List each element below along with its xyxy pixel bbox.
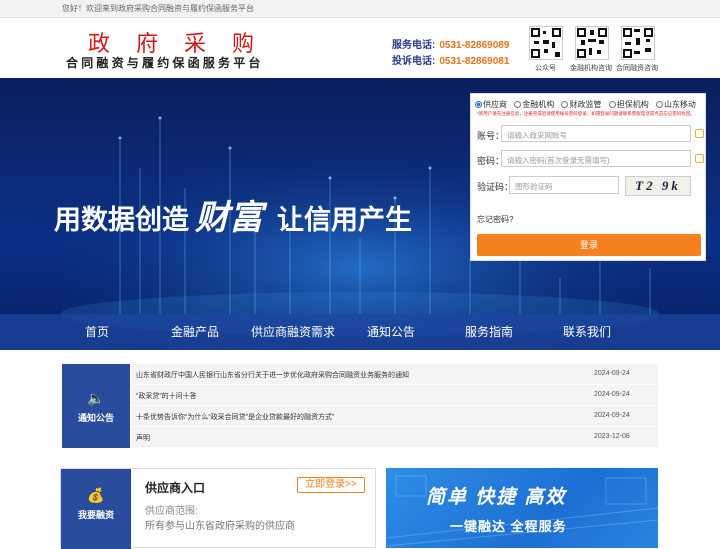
- complaint-phone-row: 投诉电话: 0531-82869081: [392, 52, 509, 67]
- service-phone-label: 服务电话:: [392, 40, 436, 51]
- radio-icon: [561, 101, 569, 108]
- notice-title: 十条优势告诉你“为什么“政采合同贷”是企业贷款最好的融资方式”: [136, 414, 335, 421]
- login-button[interactable]: 登录: [477, 234, 701, 256]
- hand-coin-icon: 💰: [87, 487, 105, 503]
- notice-title: 山东省财政厅中国人民银行山东省分行关于进一步优化政府采购合同融资业务服务的通知: [136, 372, 409, 379]
- role-selector: 供应商 金融机构 财政监管 担保机构 山东移动: [475, 99, 701, 110]
- main-nav: 首页 金融产品 供应商融资需求 通知公告 服务指南 联系我们: [0, 314, 720, 350]
- supplier-entry-title: 供应商入口: [145, 481, 206, 495]
- slogan-part-c: 让信用产生: [277, 205, 412, 235]
- slogan-part-a: 用数据创造: [54, 205, 189, 235]
- role-option-mobile[interactable]: 山东移动: [655, 100, 696, 109]
- notice-item[interactable]: 山东省财政厅中国人民银行山东省分行关于进一步优化政府采购合同融资业务服务的通知 …: [132, 364, 658, 385]
- qr-code-finance: [575, 26, 609, 60]
- role-option-supplier[interactable]: 供应商: [475, 100, 507, 109]
- qr-code-contract: [621, 26, 655, 60]
- role-option-finance[interactable]: 金融机构: [514, 100, 554, 109]
- site-subtitle: 合同融资与履约保函服务平台: [66, 56, 264, 70]
- captcha-label: 验证码：: [477, 182, 514, 192]
- notice-item[interactable]: 声明 2023-12-08: [132, 427, 658, 448]
- account-input[interactable]: 请输入政采网账号: [501, 125, 704, 142]
- site-header: 政府采购 合同融资与履约保函服务平台 服务电话: 0531-82869089 投诉…: [0, 18, 720, 78]
- supplier-login-button[interactable]: 立即登录>>: [297, 477, 365, 493]
- nav-service-guide[interactable]: 服务指南: [440, 314, 538, 350]
- service-phone-number: 0531-82869089: [439, 40, 510, 51]
- nav-contact[interactable]: 联系我们: [538, 314, 636, 350]
- supplier-scope-desc: 所有参与山东省政府采购的供应商: [145, 521, 295, 532]
- notices-heading: 通知公告: [77, 413, 114, 423]
- notice-item[interactable]: “政采贷”的十问十答 2024-09-24: [132, 385, 658, 406]
- complaint-phone-number: 0531-82869081: [439, 56, 510, 67]
- supplier-financing-card: 💰 我要融资 供应商入口 立即登录>> 供应商范围: 所有参与山东省政府采购的供…: [60, 468, 376, 549]
- notice-title: “政采贷”的十问十答: [136, 393, 197, 400]
- nav-notices[interactable]: 通知公告: [342, 314, 440, 350]
- financing-heading: 我要融资: [77, 510, 114, 520]
- forgot-password-link[interactable]: 忘记密码?: [477, 214, 513, 225]
- notice-date: 2024-09-24: [594, 370, 630, 377]
- captcha-input[interactable]: 图形验证码: [509, 176, 619, 194]
- notice-date: 2024-09-24: [594, 391, 630, 398]
- radio-icon: [475, 101, 482, 108]
- qr-caption-finance: 金融机构咨询: [570, 65, 612, 72]
- qr-caption-wechat: 公众号: [535, 65, 556, 72]
- account-label: 账号：: [477, 131, 505, 141]
- nav-home[interactable]: 首页: [48, 314, 146, 350]
- promo-line-2: 一键融达 全程服务: [450, 519, 567, 534]
- radio-icon: [655, 101, 663, 108]
- notice-list: 山东省财政厅中国人民银行山东省分行关于进一步优化政府采购合同融资业务服务的通知 …: [132, 364, 658, 448]
- promo-line-1: 简单 快捷 高效: [426, 487, 567, 508]
- complaint-phone-label: 投诉电话:: [392, 56, 436, 67]
- service-phone-row: 服务电话: 0531-82869089: [392, 36, 509, 51]
- role-option-guarantor[interactable]: 担保机构: [608, 100, 649, 109]
- password-label: 密码：: [477, 156, 505, 166]
- promo-banner[interactable]: 简单 快捷 高效 一键融达 全程服务: [386, 468, 658, 548]
- financing-heading-box: 💰 我要融资: [61, 469, 131, 549]
- notice-title: 声明: [136, 435, 150, 442]
- lock-icon: [695, 154, 704, 163]
- radio-icon: [608, 101, 616, 108]
- role-option-regulator[interactable]: 财政监管: [561, 100, 601, 109]
- slogan-part-b: 财富: [195, 200, 263, 237]
- supplier-scope-label: 供应商范围:: [145, 506, 198, 517]
- notices-heading-box: 🔈 通知公告: [62, 364, 130, 448]
- top-bar: 您好！欢迎来到政府采购合同融资与履约保函服务平台: [0, 0, 720, 18]
- qr-code-wechat: [529, 26, 563, 60]
- nav-supplier-financing[interactable]: 供应商融资需求: [244, 314, 342, 350]
- welcome-text: 您好！欢迎来到政府采购合同融资与履约保函服务平台: [62, 4, 254, 13]
- user-icon: [695, 129, 704, 138]
- login-panel: 供应商 金融机构 财政监管 担保机构 山东移动 *新用户请先注册信息，注册完成后…: [470, 93, 706, 261]
- password-input[interactable]: 请输入密码(首次登录无需填写): [501, 150, 704, 167]
- qr-caption-contract: 合同融资咨询: [616, 65, 658, 72]
- notice-item[interactable]: 十条优势告诉你“为什么“政采合同贷”是企业贷款最好的融资方式” 2024-09-…: [132, 406, 658, 427]
- notice-date: 2024-09-24: [594, 412, 630, 419]
- speaker-icon: 🔈: [87, 390, 105, 406]
- radio-icon: [514, 101, 522, 108]
- notice-date: 2023-12-08: [594, 433, 630, 440]
- captcha-image[interactable]: T2 9k: [625, 176, 691, 196]
- nav-financial-products[interactable]: 金融产品: [146, 314, 244, 350]
- banner-slogan: 用数据创造 财富 让信用产生: [54, 190, 412, 239]
- login-notice: *新用户请先注册信息，注册完成后请使用账号密码登录；如遇登录问题请联系客服电话或…: [477, 111, 695, 116]
